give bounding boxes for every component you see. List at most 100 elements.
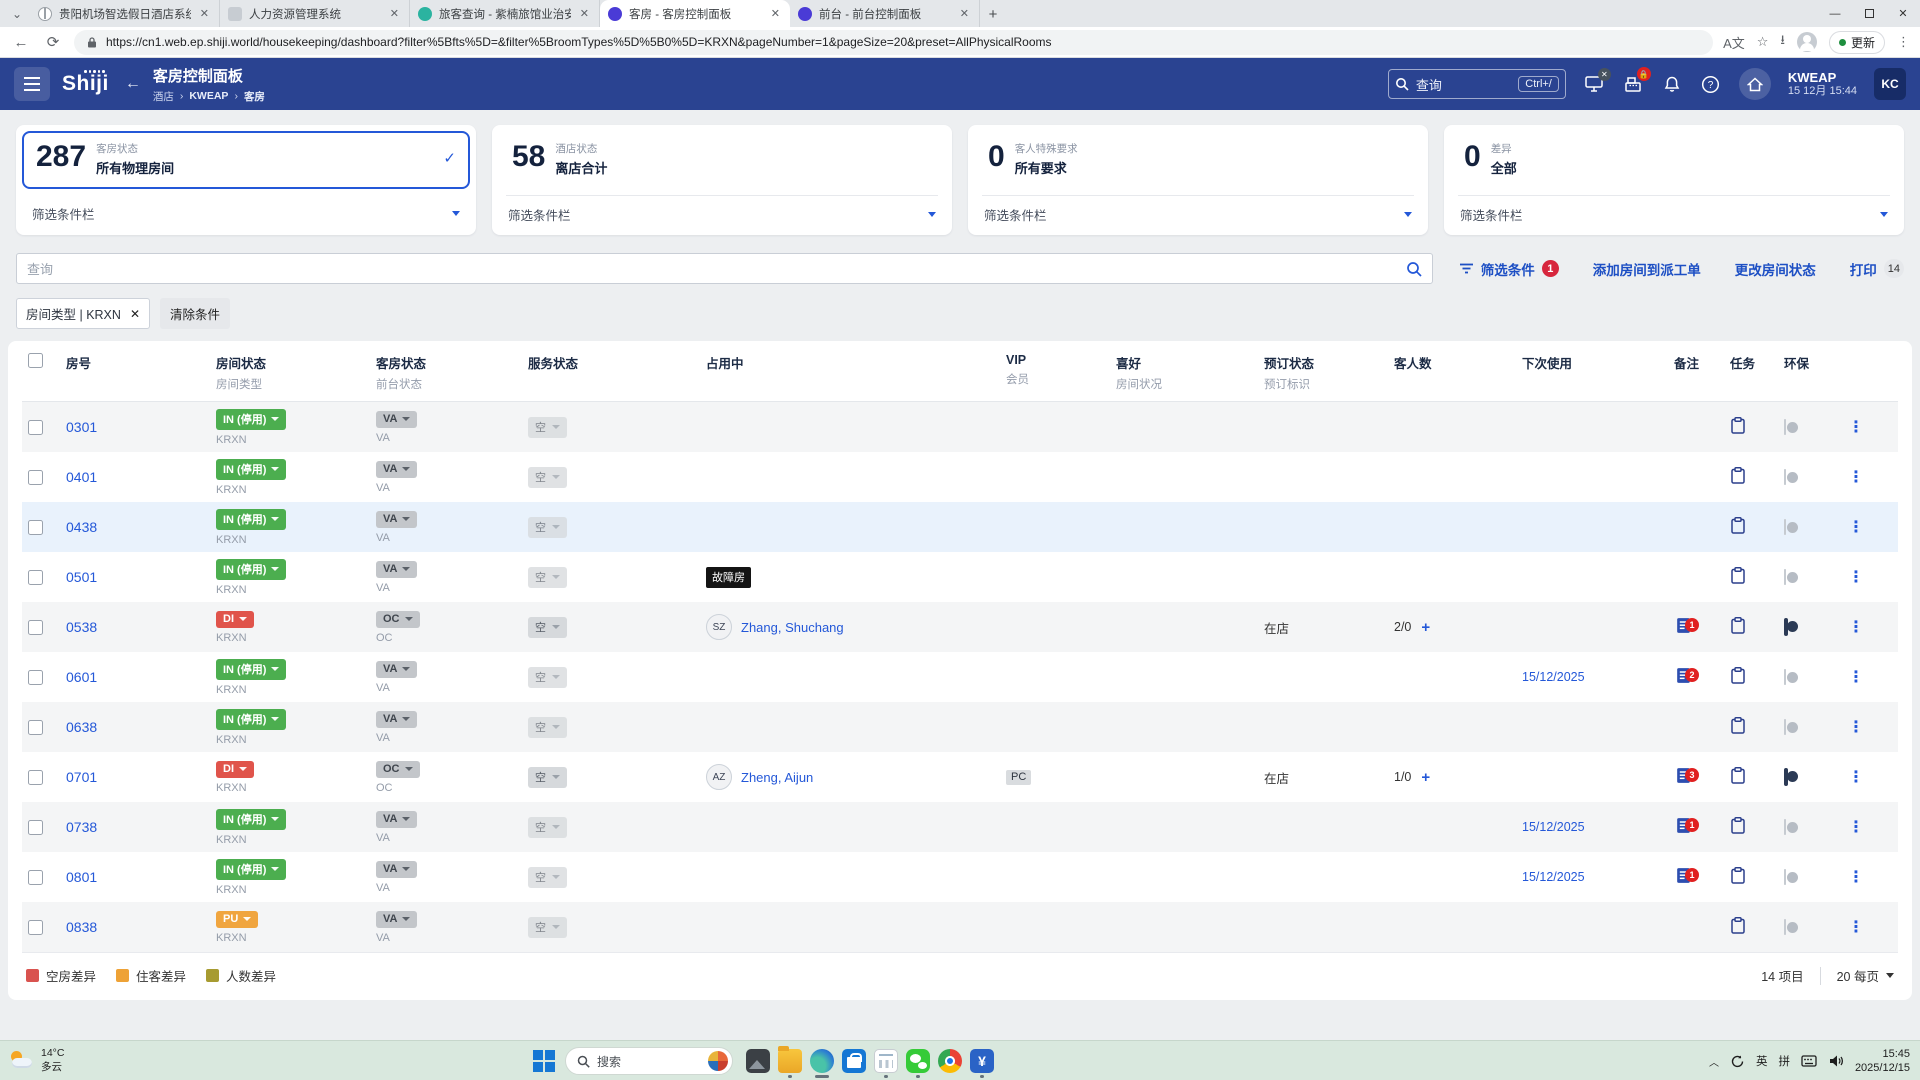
room-status-badge[interactable]: IN (停用)	[216, 458, 287, 480]
notifications-bell-icon[interactable]	[1661, 73, 1683, 95]
touch-keyboard-icon[interactable]	[1801, 1054, 1817, 1068]
hamburger-menu-icon[interactable]	[14, 67, 50, 101]
help-icon[interactable]: ?	[1700, 73, 1722, 95]
add-to-worksheet-button[interactable]: 添加房间到派工单	[1593, 259, 1701, 279]
select-all-checkbox[interactable]	[28, 353, 43, 368]
service-status-select[interactable]: 空	[528, 616, 567, 638]
room-type-filter-chip[interactable]: 房间类型 | KRXN ✕	[16, 298, 150, 329]
task-clipboard-icon[interactable]	[1730, 916, 1746, 938]
ime-language-indicator[interactable]: 英	[1756, 1053, 1768, 1069]
app-edge-icon[interactable]	[806, 1042, 838, 1080]
app-wechat-icon[interactable]	[902, 1042, 934, 1080]
room-status-badge[interactable]: IN (停用)	[216, 858, 287, 880]
chip-remove-icon[interactable]: ✕	[130, 307, 140, 321]
service-status-select[interactable]: 空	[528, 816, 567, 838]
room-number-link[interactable]: 0838	[66, 919, 216, 935]
row-menu-icon[interactable]: ⋮	[1848, 667, 1890, 687]
browser-tab-3[interactable]: 旅客查询 - 紫楠旅馆业治安信息管 ✕	[410, 0, 600, 27]
service-status-select[interactable]: 空	[528, 666, 567, 688]
room-number-link[interactable]: 0801	[66, 869, 216, 885]
eco-toggle[interactable]	[1784, 919, 1786, 935]
service-status-select[interactable]: 空	[528, 566, 567, 588]
taskbar-search[interactable]: 搜索	[565, 1047, 733, 1075]
service-status-select[interactable]: 空	[528, 466, 567, 488]
room-number-link[interactable]: 0438	[66, 519, 216, 535]
home-icon[interactable]	[1738, 68, 1771, 100]
service-status-select[interactable]: 空	[528, 416, 567, 438]
app-calculator-icon[interactable]	[870, 1042, 902, 1080]
row-checkbox[interactable]	[28, 769, 43, 785]
translate-icon[interactable]: A文	[1723, 33, 1745, 52]
change-room-status-button[interactable]: 更改房间状态	[1735, 259, 1816, 279]
task-clipboard-icon[interactable]	[1730, 666, 1746, 688]
service-status-select[interactable]: 空	[528, 716, 567, 738]
hidden-icons-chevron[interactable]: ︿	[1709, 1054, 1719, 1069]
filter-button[interactable]: 筛选条件 1	[1459, 259, 1559, 279]
task-clipboard-icon[interactable]	[1730, 816, 1746, 838]
next-use-date[interactable]: 15/12/2025	[1522, 870, 1585, 884]
site-info-lock-icon[interactable]	[86, 36, 98, 49]
back-icon[interactable]: ←	[10, 34, 32, 51]
stat-filter-bar[interactable]: 筛选条件栏	[506, 195, 938, 235]
task-clipboard-icon[interactable]	[1730, 566, 1746, 588]
housekeeping-status-badge[interactable]: VA	[376, 910, 418, 928]
eco-toggle[interactable]	[1784, 569, 1786, 585]
housekeeping-status-badge[interactable]: VA	[376, 510, 418, 528]
row-menu-icon[interactable]: ⋮	[1848, 817, 1890, 837]
stat-filter-bar[interactable]: 筛选条件栏	[982, 195, 1414, 235]
room-number-link[interactable]: 0401	[66, 469, 216, 485]
service-status-select[interactable]: 空	[528, 866, 567, 888]
room-search-input[interactable]: 查询	[16, 253, 1433, 284]
room-number-link[interactable]: 0738	[66, 819, 216, 835]
browser-tab-4[interactable]: 客房 - 客房控制面板 ✕	[600, 0, 790, 27]
cashier-icon[interactable]: 🔒	[1622, 67, 1651, 95]
search-submit-icon[interactable]	[1406, 261, 1422, 277]
row-menu-icon[interactable]: ⋮	[1848, 717, 1890, 737]
tab-close-icon[interactable]: ✕	[769, 7, 782, 20]
downloads-icon[interactable]: ⭳	[1780, 31, 1785, 53]
row-checkbox[interactable]	[28, 869, 43, 885]
housekeeping-status-badge[interactable]: VA	[376, 410, 418, 428]
task-clipboard-icon[interactable]	[1730, 516, 1746, 538]
start-button[interactable]	[532, 1049, 556, 1073]
browser-tab-2[interactable]: 人力资源管理系统 ✕	[220, 0, 410, 27]
add-guest-icon[interactable]: +	[1421, 619, 1430, 636]
housekeeping-status-badge[interactable]: OC	[376, 760, 420, 778]
row-checkbox[interactable]	[28, 569, 43, 585]
browser-profile-avatar[interactable]	[1796, 32, 1817, 52]
housekeeping-status-badge[interactable]: OC	[376, 610, 420, 628]
housekeeping-status-badge[interactable]: VA	[376, 660, 418, 678]
row-checkbox[interactable]	[28, 819, 43, 835]
row-checkbox[interactable]	[28, 419, 43, 435]
guest-name-link[interactable]: Zhang, Shuchang	[741, 620, 844, 635]
property-block[interactable]: KWEAP 15 12月 15:44	[1788, 70, 1857, 99]
eco-toggle[interactable]	[1784, 618, 1788, 636]
notes-icon[interactable]: 1	[1674, 818, 1699, 838]
sync-icon[interactable]	[1730, 1054, 1745, 1069]
notes-icon[interactable]: 3	[1674, 768, 1699, 788]
stat-filter-bar[interactable]: 筛选条件栏	[30, 195, 462, 234]
next-use-date[interactable]: 15/12/2025	[1522, 820, 1585, 834]
eco-toggle[interactable]	[1784, 768, 1788, 786]
ime-mode-indicator[interactable]: 拼	[1778, 1053, 1790, 1069]
browser-update-button[interactable]: 更新	[1828, 30, 1885, 54]
print-button[interactable]: 打印 14	[1850, 259, 1904, 279]
header-search-input[interactable]: 查询 Ctrl+/	[1387, 69, 1566, 99]
row-menu-icon[interactable]: ⋮	[1848, 867, 1890, 887]
housekeeping-status-badge[interactable]: VA	[376, 860, 418, 878]
eco-toggle[interactable]	[1784, 419, 1786, 435]
row-menu-icon[interactable]: ⋮	[1848, 417, 1890, 437]
breadcrumb-property[interactable]: KWEAP	[189, 90, 228, 102]
row-checkbox[interactable]	[28, 469, 43, 485]
tab-close-icon[interactable]: ✕	[198, 7, 211, 20]
url-bar[interactable]: https://cn1.web.ep.shiji.world/housekeep…	[74, 29, 1714, 55]
tab-close-icon[interactable]: ✕	[958, 7, 971, 20]
service-status-select[interactable]: 空	[528, 916, 567, 938]
task-clipboard-icon[interactable]	[1730, 416, 1746, 438]
taskbar-weather-widget[interactable]: 14°C 多云	[0, 1047, 64, 1073]
next-use-date[interactable]: 15/12/2025	[1522, 670, 1585, 684]
service-status-select[interactable]: 空	[528, 516, 567, 538]
row-checkbox[interactable]	[28, 619, 43, 635]
clear-filters-button[interactable]: 清除条件	[160, 298, 231, 329]
eco-toggle[interactable]	[1784, 469, 1786, 485]
